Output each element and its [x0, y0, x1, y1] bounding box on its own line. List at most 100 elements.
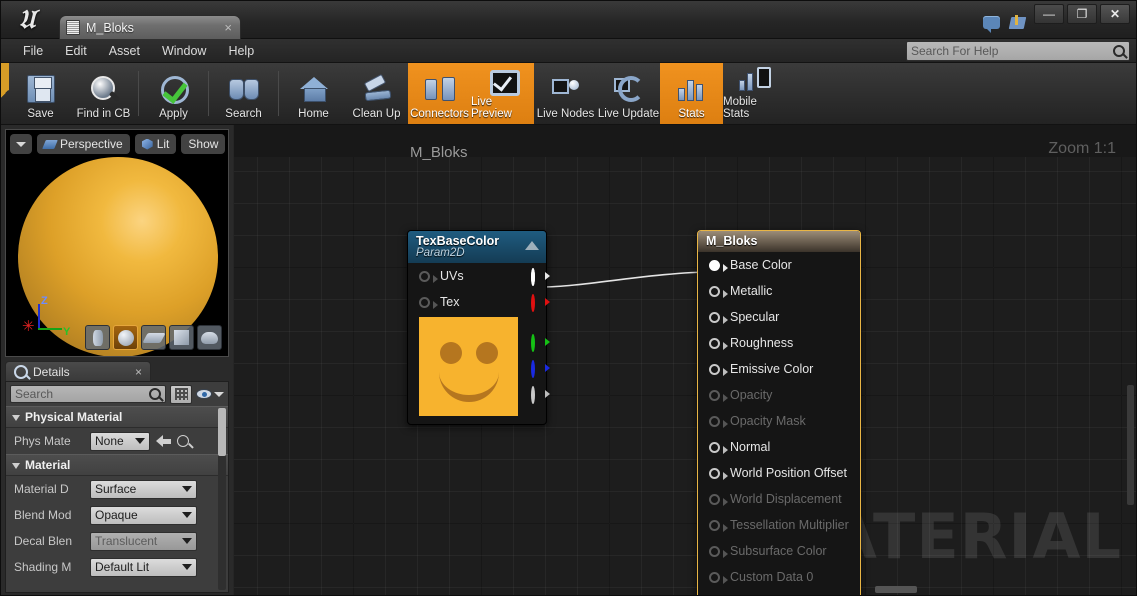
viewport-lighting-mode-button[interactable]: Lit [134, 134, 177, 154]
menu-item-asset[interactable]: Asset [99, 41, 150, 61]
input-pin-icon[interactable] [709, 545, 728, 558]
toolbar-button-live-nodes[interactable]: Live Nodes [534, 63, 597, 124]
input-pin-icon[interactable] [709, 259, 728, 272]
node-pin-metallic[interactable]: Metallic [698, 278, 860, 304]
minimize-button[interactable]: — [1034, 4, 1064, 24]
input-pin-icon[interactable] [709, 519, 728, 532]
output-pin-icon[interactable] [531, 386, 535, 404]
output-pin-icon[interactable] [531, 294, 535, 312]
output-pin-a[interactable] [531, 386, 535, 404]
details-section-physical-material[interactable]: Physical Material [6, 406, 228, 428]
input-pin-icon[interactable] [709, 363, 728, 376]
toolbar-button-connectors[interactable]: Connectors [408, 63, 471, 124]
blend-mode-combo[interactable]: Opaque [90, 505, 197, 525]
details-scrollbar-thumb[interactable] [218, 408, 226, 456]
menu-item-help[interactable]: Help [218, 41, 264, 61]
menu-item-edit[interactable]: Edit [55, 41, 97, 61]
node-pin-tessellation-multiplier[interactable]: Tessellation Multiplier [698, 512, 860, 538]
node-pin-uvs[interactable]: UVs [408, 263, 546, 289]
output-pin-b[interactable] [531, 360, 535, 378]
reset-to-default-icon[interactable] [156, 434, 171, 448]
toolbar-button-find-in-cb[interactable]: Find in CB [72, 63, 135, 124]
preview-shape-cube[interactable] [169, 325, 194, 350]
output-pin-rgb[interactable] [531, 268, 535, 286]
documentation-book-icon[interactable] [1010, 15, 1026, 30]
toolbar-label: Find in CB [76, 108, 131, 120]
output-pin-r[interactable] [531, 294, 535, 312]
viewport-show-menu-button[interactable]: Show [181, 134, 226, 154]
close-window-button[interactable]: ✕ [1100, 4, 1130, 24]
shading-model-combo[interactable]: Default Lit [90, 557, 197, 577]
toolbar-button-live-update[interactable]: Live Update [597, 63, 660, 124]
toolbar-button-apply[interactable]: Apply [142, 63, 205, 124]
viewport-view-mode-button[interactable]: Perspective [37, 134, 130, 154]
preview-shape-teapot[interactable] [197, 325, 222, 350]
material-preview-viewport[interactable]: Perspective Lit Show ✳ Z Y [5, 129, 229, 357]
lit-cube-icon [141, 138, 153, 150]
input-pin-icon[interactable] [709, 571, 728, 584]
browse-icon[interactable] [177, 435, 189, 447]
toolbar-button-stats[interactable]: Stats [660, 63, 723, 124]
details-search-input[interactable]: Search [10, 385, 166, 403]
input-pin-icon[interactable] [709, 337, 728, 350]
node-pin-tex[interactable]: Tex [408, 289, 546, 315]
toolbar-button-save[interactable]: Save [9, 63, 72, 124]
asset-tab-m-bloks[interactable]: M_Bloks × [59, 15, 241, 39]
maximize-button[interactable]: ❐ [1067, 4, 1097, 24]
details-grid-view-button[interactable] [170, 384, 192, 404]
details-section-material[interactable]: Material [6, 454, 228, 476]
close-icon[interactable]: × [222, 21, 234, 34]
input-pin-icon[interactable] [709, 311, 728, 324]
details-visibility-button[interactable] [196, 389, 224, 399]
graph-horizontal-scrollbar[interactable] [234, 586, 1136, 593]
toolbar-button-home[interactable]: Home [282, 63, 345, 124]
graph-node-texbasecolor[interactable]: TexBaseColor Param2D UVs Tex [407, 230, 547, 425]
graph-vertical-scrollbar[interactable] [1127, 157, 1134, 581]
close-icon[interactable]: × [135, 365, 142, 379]
output-pin-icon[interactable] [531, 334, 535, 352]
input-pin-icon[interactable] [709, 415, 728, 428]
material-domain-combo[interactable]: Surface [90, 479, 197, 499]
node-pin-world-displacement[interactable]: World Displacement [698, 486, 860, 512]
preview-shape-plane[interactable] [141, 325, 166, 350]
phys-material-combo[interactable]: None [90, 431, 150, 451]
toolbar-button-mobile-stats[interactable]: Mobile Stats [723, 63, 786, 124]
input-pin-icon[interactable] [709, 285, 728, 298]
output-pin-icon[interactable] [531, 268, 535, 286]
node-pin-normal[interactable]: Normal [698, 434, 860, 460]
node-pin-opacity-mask[interactable]: Opacity Mask [698, 408, 860, 434]
input-pin-icon[interactable] [709, 441, 728, 454]
node-pin-specular[interactable]: Specular [698, 304, 860, 330]
node-pin-base-color[interactable]: Base Color [698, 252, 860, 278]
help-search-input[interactable]: Search For Help [906, 41, 1130, 61]
material-graph-editor[interactable]: MATERIAL TexBaseColor Param2D UVs Tex [234, 125, 1136, 595]
input-pin-icon[interactable] [709, 493, 728, 506]
node-pin-roughness[interactable]: Roughness [698, 330, 860, 356]
menu-item-window[interactable]: Window [152, 41, 216, 61]
viewport-options-button[interactable] [10, 134, 32, 154]
preview-shape-buttons [85, 325, 222, 350]
input-pin-icon[interactable] [419, 296, 438, 309]
preview-shape-sphere[interactable] [113, 325, 138, 350]
toolbar-button-clean-up[interactable]: Clean Up [345, 63, 408, 124]
node-pin-opacity[interactable]: Opacity [698, 382, 860, 408]
toolbar-label: Stats [678, 108, 705, 120]
toolbar-button-live-preview[interactable]: Live Preview [471, 63, 534, 124]
output-pin-g[interactable] [531, 334, 535, 352]
input-pin-icon[interactable] [709, 467, 728, 480]
node-header[interactable]: TexBaseColor Param2D [408, 231, 546, 263]
graph-node-m-bloks[interactable]: M_Bloks Base Color Metallic Specular Rou… [697, 230, 861, 595]
feedback-chat-icon[interactable] [983, 16, 1000, 33]
collapse-triangle-icon[interactable] [525, 241, 539, 250]
input-pin-icon[interactable] [709, 389, 728, 402]
input-pin-icon[interactable] [419, 270, 438, 283]
output-pin-icon[interactable] [531, 360, 535, 378]
node-pin-world-position-offset[interactable]: World Position Offset [698, 460, 860, 486]
node-pin-emissive-color[interactable]: Emissive Color [698, 356, 860, 382]
menu-item-file[interactable]: File [13, 41, 53, 61]
details-tab[interactable]: Details × [5, 361, 151, 381]
preview-shape-cylinder[interactable] [85, 325, 110, 350]
node-header[interactable]: M_Bloks [698, 231, 860, 252]
toolbar-button-search[interactable]: Search [212, 63, 275, 124]
node-pin-subsurface-color[interactable]: Subsurface Color [698, 538, 860, 564]
